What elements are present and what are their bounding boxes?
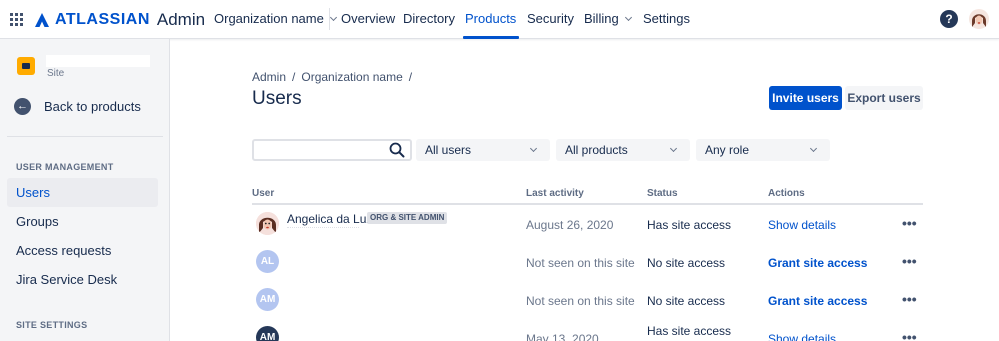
invite-users-button[interactable]: Invite users (769, 86, 842, 110)
products-filter-value: All products (565, 143, 628, 157)
user-email (287, 227, 359, 233)
org-selector-label: Organization name (214, 11, 324, 26)
more-icon[interactable]: ••• (902, 253, 917, 269)
user-avatar: AL (256, 250, 279, 273)
page-title: Users (252, 88, 302, 109)
org-selector[interactable]: Organization name (214, 0, 337, 39)
column-header-user: User (252, 188, 275, 199)
role-filter-select[interactable]: Any role (696, 139, 830, 161)
brand-name: ATLASSIAN (55, 11, 150, 28)
users-filter-select[interactable]: All users (416, 139, 550, 161)
last-activity: August 26, 2020 (526, 218, 614, 232)
user-management-heading: USER MANAGEMENT (16, 162, 114, 172)
atlassian-logo[interactable]: ATLASSIAN Admin (34, 10, 205, 30)
app-switcher-icon[interactable] (10, 13, 23, 26)
last-activity: Not seen on this site (526, 294, 635, 308)
status: No site access (647, 256, 726, 270)
sidebar-item-access-requests[interactable]: Access requests (7, 236, 158, 265)
sidebar: Site ← Back to products USER MANAGEMENT … (0, 39, 170, 341)
user-avatar: AM (256, 288, 279, 311)
nav-settings[interactable]: Settings (643, 0, 690, 39)
grant-site-access-link[interactable]: Grant site access (768, 294, 867, 308)
back-to-products-label: Back to products (44, 99, 141, 114)
role-badge: ORG & SITE ADMIN (367, 212, 448, 224)
breadcrumb-separator: / (292, 70, 296, 84)
breadcrumb-admin[interactable]: Admin (252, 70, 286, 84)
sidebar-item-groups[interactable]: Groups (7, 207, 158, 236)
site-name (46, 55, 150, 67)
user-avatar (256, 212, 279, 235)
status: No site access (647, 294, 726, 308)
nav-billing[interactable]: Billing (584, 0, 632, 39)
table-header-divider (252, 203, 923, 205)
nav-billing-label: Billing (584, 11, 619, 26)
users-filter-value: All users (425, 143, 472, 157)
last-activity: May 13, 2020 (526, 332, 599, 341)
nav-overview[interactable]: Overview (341, 0, 395, 39)
breadcrumb-separator: / (408, 70, 413, 84)
chevron-down-icon (329, 13, 337, 22)
profile-avatar[interactable] (969, 9, 989, 29)
last-activity: Not seen on this site (526, 256, 635, 270)
column-header-status: Status (647, 188, 678, 199)
role-filter-value: Any role (705, 143, 750, 157)
chevron-down-icon (529, 144, 538, 153)
back-to-products-link[interactable]: ← Back to products (14, 98, 141, 115)
atlassian-logo-icon (35, 13, 49, 27)
export-users-button[interactable]: Export users (845, 86, 923, 110)
user-avatar: AM (256, 326, 279, 341)
site-settings-heading: SITE SETTINGS (16, 320, 88, 330)
nav-divider (329, 8, 330, 30)
site-label: Site (47, 68, 65, 79)
sidebar-item-jira-service-desk[interactable]: Jira Service Desk (7, 265, 158, 294)
back-arrow-icon: ← (14, 98, 31, 115)
top-navigation: ATLASSIAN Admin Organization name Overvi… (0, 0, 999, 39)
more-icon[interactable]: ••• (902, 329, 917, 341)
breadcrumb-organization[interactable]: Organization name (301, 70, 402, 84)
more-icon[interactable]: ••• (902, 215, 917, 231)
column-header-last-activity: Last activity (526, 188, 584, 199)
chevron-down-icon (669, 144, 678, 153)
chevron-down-icon (624, 13, 632, 22)
chevron-down-icon (809, 144, 818, 153)
show-details-link[interactable]: Show details (768, 218, 836, 232)
search-field[interactable] (252, 139, 412, 161)
search-input[interactable] (258, 143, 383, 157)
sidebar-divider (7, 136, 163, 137)
nav-products[interactable]: Products (462, 0, 520, 39)
sidebar-item-users[interactable]: Users (7, 178, 158, 207)
nav-directory[interactable]: Directory (403, 0, 455, 39)
column-header-actions: Actions (768, 188, 805, 199)
help-icon[interactable]: ? (940, 10, 958, 28)
breadcrumb: Admin / Organization name / (252, 70, 418, 84)
grant-site-access-link[interactable]: Grant site access (768, 256, 867, 270)
product-name: Admin (156, 10, 206, 29)
status: Has site access (647, 218, 732, 232)
more-icon[interactable]: ••• (902, 291, 917, 307)
search-icon[interactable] (389, 142, 405, 158)
nav-security[interactable]: Security (527, 0, 574, 39)
site-icon (17, 57, 35, 75)
user-name[interactable]: Angelica da Luz (287, 212, 372, 226)
status: Has site access (647, 324, 732, 338)
products-filter-select[interactable]: All products (556, 139, 690, 161)
show-details-link[interactable]: Show details (768, 332, 836, 341)
